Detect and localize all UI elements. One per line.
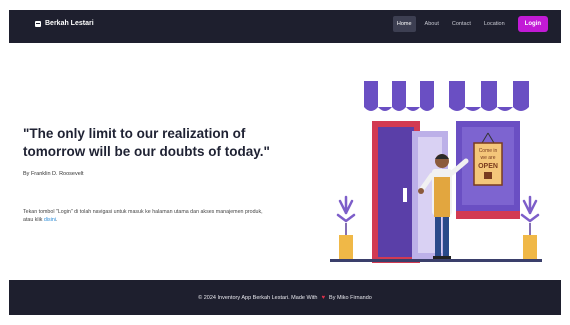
svg-text:OPEN: OPEN <box>478 163 498 170</box>
nav-item-home[interactable]: Home <box>392 16 416 32</box>
door-glass <box>378 127 414 257</box>
nav-item-contact[interactable]: Contact <box>448 16 475 32</box>
store-icon <box>35 20 41 27</box>
brand[interactable]: Berkah Lestari <box>35 20 94 27</box>
storefront-illustration: Come in we are OPEN <box>330 81 542 263</box>
footer-author: By Miko Firnando <box>329 294 372 301</box>
app-frame: Berkah Lestari Home About Contact Locati… <box>9 10 561 315</box>
hero-section: "The only limit to our realization of to… <box>9 43 561 280</box>
nav-menu: Home About Contact Location Login <box>392 16 548 32</box>
plant-right-icon <box>520 195 540 259</box>
heart-icon: ♥ <box>321 294 326 301</box>
instructions-text: Tekan tombol "Login" di tolah navigasi u… <box>23 209 263 223</box>
footer: © 2024 Inventory App Berkah Lestari. Mad… <box>9 280 561 315</box>
awning-right <box>449 81 529 111</box>
footer-copyright: © 2024 Inventory App Berkah Lestari. Mad… <box>198 294 318 301</box>
svg-text:we are: we are <box>480 155 495 161</box>
here-link[interactable]: disini <box>44 217 56 223</box>
instructions-end: . <box>56 217 58 223</box>
nav-item-about[interactable]: About <box>421 16 443 32</box>
login-button[interactable]: Login <box>517 16 548 32</box>
navbar: Berkah Lestari Home About Contact Locati… <box>9 10 561 43</box>
quote-author: By Franklin D. Roosevelt <box>23 171 84 177</box>
svg-text:Come in: Come in <box>479 148 498 154</box>
hero-quote: "The only limit to our realization of to… <box>23 126 270 159</box>
brand-name: Berkah Lestari <box>45 20 94 27</box>
login-instructions: Tekan tombol "Login" di tolah navigasi u… <box>23 208 273 224</box>
plant-left-icon <box>336 195 356 259</box>
ground-line <box>330 259 542 262</box>
awning-left <box>364 81 434 111</box>
nav-item-location[interactable]: Location <box>480 16 509 32</box>
